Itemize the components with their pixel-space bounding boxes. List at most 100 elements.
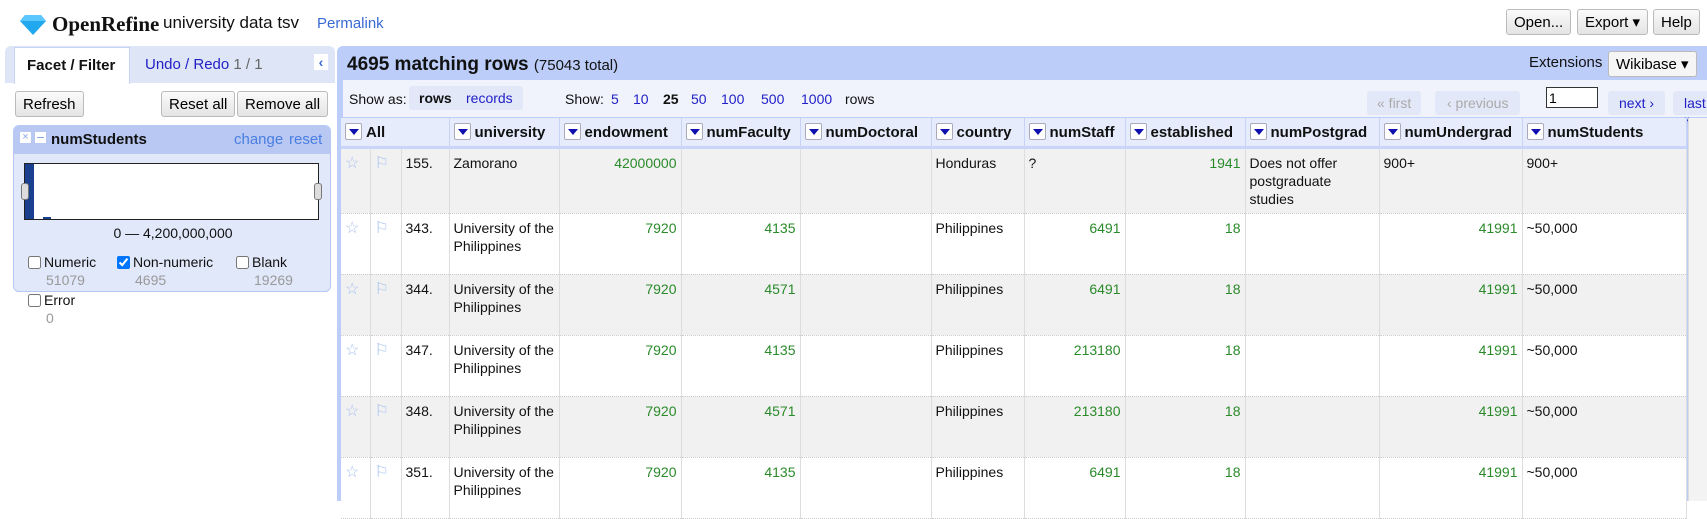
cell-established[interactable]: 1941 xyxy=(1125,147,1246,214)
page-size-500[interactable]: 500 xyxy=(761,91,784,107)
cell-numstaff[interactable]: 213180 xyxy=(1024,335,1126,397)
cell-endowment[interactable]: 42000000 xyxy=(559,147,682,214)
flag-icon[interactable]: ⚐ xyxy=(375,220,389,237)
cell-university[interactable]: University of the Philippines xyxy=(449,335,560,397)
cell-numpostgrad[interactable] xyxy=(1245,457,1380,519)
cell-established[interactable]: 18 xyxy=(1125,457,1246,519)
page-size-10[interactable]: 10 xyxy=(633,91,649,107)
cell-numstudents[interactable]: ~50,000 xyxy=(1522,213,1687,275)
page-size-100[interactable]: 100 xyxy=(721,91,744,107)
cell-numdoctoral[interactable] xyxy=(800,274,932,336)
star-cell[interactable]: ☆ xyxy=(341,274,371,336)
column-menu-icon[interactable] xyxy=(563,122,581,140)
error-checkbox[interactable]: Error xyxy=(28,292,75,308)
cell-numdoctoral[interactable] xyxy=(800,213,932,275)
help-button[interactable]: Help xyxy=(1653,9,1700,35)
column-menu-icon[interactable] xyxy=(1526,122,1544,140)
rows-mode[interactable]: rows xyxy=(409,86,462,110)
flag-icon[interactable]: ⚐ xyxy=(375,464,389,481)
cell-country[interactable]: Honduras xyxy=(931,147,1025,214)
cell-numstudents[interactable]: ~50,000 xyxy=(1522,274,1687,336)
star-icon[interactable]: ☆ xyxy=(345,403,359,420)
cell-numstaff[interactable]: 213180 xyxy=(1024,396,1126,458)
cell-numpostgrad[interactable] xyxy=(1245,274,1380,336)
last-page-button[interactable]: last » xyxy=(1673,91,1707,127)
first-page-button[interactable]: « first xyxy=(1367,91,1422,115)
cell-country[interactable]: Philippines xyxy=(931,335,1025,397)
cell-endowment[interactable]: 7920 xyxy=(559,457,682,519)
column-header-country[interactable]: country xyxy=(931,118,1025,149)
star-icon[interactable]: ☆ xyxy=(345,281,359,298)
collapse-panel-icon[interactable]: ‹ xyxy=(314,54,328,70)
open-button[interactable]: Open... xyxy=(1506,9,1572,35)
cell-numstudents[interactable]: ~50,000 xyxy=(1522,457,1687,519)
page-size-5[interactable]: 5 xyxy=(611,91,619,107)
non-numeric-checkbox[interactable]: Non-numeric xyxy=(117,254,213,270)
flag-icon[interactable]: ⚐ xyxy=(375,403,389,420)
cell-numfaculty[interactable] xyxy=(681,147,801,214)
page-size-50[interactable]: 50 xyxy=(691,91,707,107)
cell-numpostgrad[interactable] xyxy=(1245,335,1380,397)
logo[interactable]: OpenRefine xyxy=(20,12,159,37)
star-cell[interactable]: ☆ xyxy=(341,396,371,458)
records-mode[interactable]: records xyxy=(456,86,523,110)
cell-numstaff[interactable]: 6491 xyxy=(1024,274,1126,336)
cell-numdoctoral[interactable] xyxy=(800,335,932,397)
cell-numundergrad[interactable]: 41991 xyxy=(1379,274,1523,336)
star-icon[interactable]: ☆ xyxy=(345,464,359,481)
table-scrollbar[interactable] xyxy=(1688,118,1707,501)
range-handle-right[interactable] xyxy=(314,183,322,200)
flag-cell[interactable]: ⚐ xyxy=(370,213,402,275)
cell-numundergrad[interactable]: 41991 xyxy=(1379,335,1523,397)
remove-all-button[interactable]: Remove all xyxy=(237,91,329,117)
wikibase-button[interactable]: Wikibase ▾ xyxy=(1608,51,1697,77)
page-size-1000[interactable]: 1000 xyxy=(801,91,832,107)
flag-cell[interactable]: ⚐ xyxy=(370,457,402,519)
star-cell[interactable]: ☆ xyxy=(341,147,371,214)
cell-numundergrad[interactable]: 41991 xyxy=(1379,457,1523,519)
tab-undo-redo[interactable]: Undo / Redo 1 / 1 xyxy=(145,56,263,73)
flag-cell[interactable]: ⚐ xyxy=(370,335,402,397)
cell-university[interactable]: University of the Philippines xyxy=(449,396,560,458)
permalink[interactable]: Permalink xyxy=(317,15,384,32)
cell-numdoctoral[interactable] xyxy=(800,147,932,214)
star-icon[interactable]: ☆ xyxy=(345,220,359,237)
column-header-numstaff[interactable]: numStaff xyxy=(1024,118,1126,149)
star-cell[interactable]: ☆ xyxy=(341,457,371,519)
cell-university[interactable]: University of the Philippines xyxy=(449,213,560,275)
star-cell[interactable]: ☆ xyxy=(341,213,371,275)
close-facet-icon[interactable]: × xyxy=(20,132,31,143)
column-header-established[interactable]: established xyxy=(1125,118,1246,149)
cell-endowment[interactable]: 7920 xyxy=(559,335,682,397)
cell-numdoctoral[interactable] xyxy=(800,396,932,458)
cell-university[interactable]: Zamorano xyxy=(449,147,560,214)
cell-numfaculty[interactable]: 4135 xyxy=(681,457,801,519)
previous-page-button[interactable]: ‹ previous xyxy=(1435,91,1521,115)
column-header-numstudents[interactable]: numStudents xyxy=(1522,118,1687,149)
column-header-university[interactable]: university xyxy=(449,118,560,149)
export-button[interactable]: Export ▾ xyxy=(1577,9,1649,35)
refresh-button[interactable]: Refresh xyxy=(15,91,84,117)
cell-established[interactable]: 18 xyxy=(1125,213,1246,275)
cell-established[interactable]: 18 xyxy=(1125,274,1246,336)
cell-numdoctoral[interactable] xyxy=(800,457,932,519)
cell-country[interactable]: Philippines xyxy=(931,274,1025,336)
cell-numundergrad[interactable]: 900+ xyxy=(1379,147,1523,214)
cell-established[interactable]: 18 xyxy=(1125,396,1246,458)
column-menu-icon[interactable] xyxy=(1028,122,1046,140)
page-size-25[interactable]: 25 xyxy=(663,91,679,107)
project-name[interactable]: university data tsv xyxy=(163,13,299,33)
column-header-numpostgrad[interactable]: numPostgrad xyxy=(1245,118,1380,149)
column-menu-icon[interactable] xyxy=(804,122,822,140)
tab-facet-filter[interactable]: Facet / Filter xyxy=(14,47,130,84)
star-cell[interactable]: ☆ xyxy=(341,335,371,397)
cell-country[interactable]: Philippines xyxy=(931,396,1025,458)
column-menu-icon[interactable] xyxy=(345,122,362,140)
column-header-numfaculty[interactable]: numFaculty xyxy=(681,118,801,149)
column-header-numdoctoral[interactable]: numDoctoral xyxy=(800,118,932,149)
facet-reset-link[interactable]: reset xyxy=(289,131,322,148)
cell-numstaff[interactable]: 6491 xyxy=(1024,213,1126,275)
cell-established[interactable]: 18 xyxy=(1125,335,1246,397)
cell-country[interactable]: Philippines xyxy=(931,213,1025,275)
cell-numstudents[interactable]: ~50,000 xyxy=(1522,335,1687,397)
